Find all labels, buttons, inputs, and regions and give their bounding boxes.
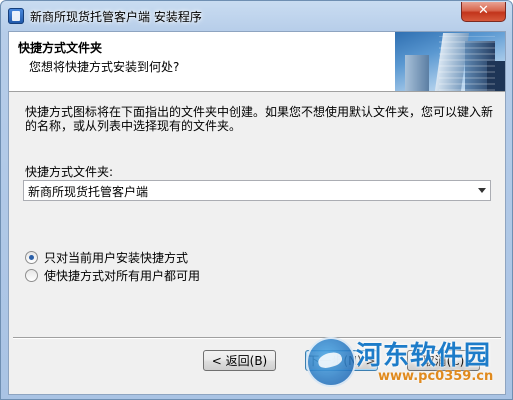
page-title: 快捷方式文件夹 [18,41,103,55]
option-all-users[interactable]: 使快捷方式对所有用户都可用 [25,267,200,284]
close-button[interactable]: ✕ [461,2,506,22]
folder-label: 快捷方式文件夹: [25,165,114,179]
radio-selected-icon[interactable] [25,251,38,264]
separator [13,337,501,339]
building-windows [439,36,495,91]
description-text: 快捷方式图标将在下面指出的文件夹中创建。如果您不想使用默认文件夹，您可以键入新的… [25,105,494,133]
building-shape [405,55,429,91]
radio-unselected-icon[interactable] [25,269,38,282]
dropdown-arrow-icon[interactable] [478,188,486,193]
building-header-image [395,32,505,91]
page-subtitle: 您想将快捷方式安装到何处? [29,60,180,74]
back-button[interactable]: < 返回(B) [203,350,276,371]
window-title: 新商所现货托管客户端 安装程序 [30,10,202,24]
title-bar[interactable]: 新商所现货托管客户端 安装程序 ✕ [1,1,512,31]
option-current-user[interactable]: 只对当前用户安装快捷方式 [25,249,188,266]
folder-combobox[interactable]: 新商所现货托管客户端 [23,180,491,201]
wizard-content: 快捷方式文件夹 您想将快捷方式安装到何处? 快捷方式图标将在下面指出的文件夹中创… [8,31,506,395]
folder-value[interactable]: 新商所现货托管客户端 [28,183,148,200]
wizard-header: 快捷方式文件夹 您想将快捷方式安装到何处? [9,32,505,92]
installer-app-icon [8,8,24,24]
installer-window: 新商所现货托管客户端 安装程序 ✕ 快捷方式文件夹 您想将快捷方式安装到何处? … [0,0,513,400]
next-button[interactable]: 下一步(N) > [305,350,378,371]
option-label[interactable]: 只对当前用户安装快捷方式 [44,249,188,266]
option-label[interactable]: 使快捷方式对所有用户都可用 [44,267,200,284]
cancel-button[interactable]: 取消(C) [407,350,480,371]
